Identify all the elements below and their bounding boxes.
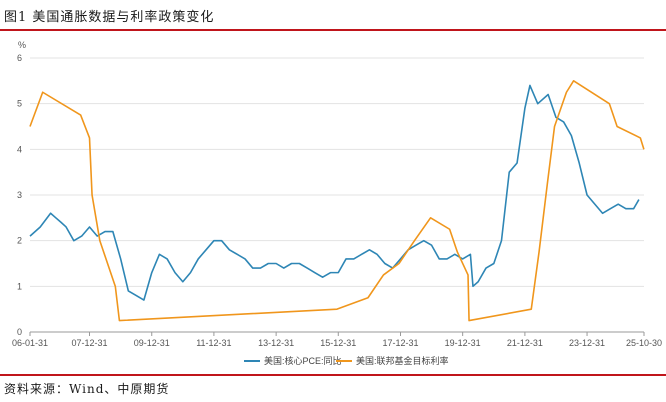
x-tick-label: 23-12-31: [569, 338, 605, 348]
x-tick-label: 15-12-31: [320, 338, 356, 348]
x-tick-label: 07-12-31: [71, 338, 107, 348]
x-tick-label: 19-12-31: [445, 338, 481, 348]
y-tick-label: 3: [17, 190, 22, 200]
x-tick-label: 21-12-31: [507, 338, 543, 348]
y-tick-label: 5: [17, 99, 22, 109]
series-line-2: [29, 80, 645, 322]
bottom-rule: [0, 374, 666, 376]
source-note: 资料来源：Wind、中原期货: [4, 382, 170, 396]
x-tick-label: 25-10-30: [626, 338, 662, 348]
x-tick-label: 11-12-31: [196, 338, 231, 348]
top-rule: [0, 29, 666, 31]
x-tick-label: 06-01-31: [12, 338, 48, 348]
legend-label-1: 美国:核心PCE:同比: [264, 355, 342, 366]
y-tick-label: 2: [17, 236, 22, 246]
series-line-1: [29, 84, 640, 301]
x-tick-label: 13-12-31: [258, 338, 294, 348]
x-tick-label: 09-12-31: [134, 338, 170, 348]
y-tick-label: 1: [17, 281, 22, 291]
y-tick-label: 6: [17, 53, 22, 63]
legend-label-2: 美国:联邦基金目标利率: [356, 355, 449, 366]
y-tick-label: 0: [17, 327, 22, 337]
y-tick-label: 4: [17, 144, 22, 154]
x-tick-label: 17-12-31: [382, 338, 418, 348]
line-chart: 0 1 2 3 4 5 6% 06-01-31 07-12-31 09-12-31 11-12-31…: [12, 40, 662, 366]
figure-title: 图1 美国通胀数据与利率政策变化: [4, 10, 215, 25]
y-axis-unit: %: [18, 40, 26, 50]
